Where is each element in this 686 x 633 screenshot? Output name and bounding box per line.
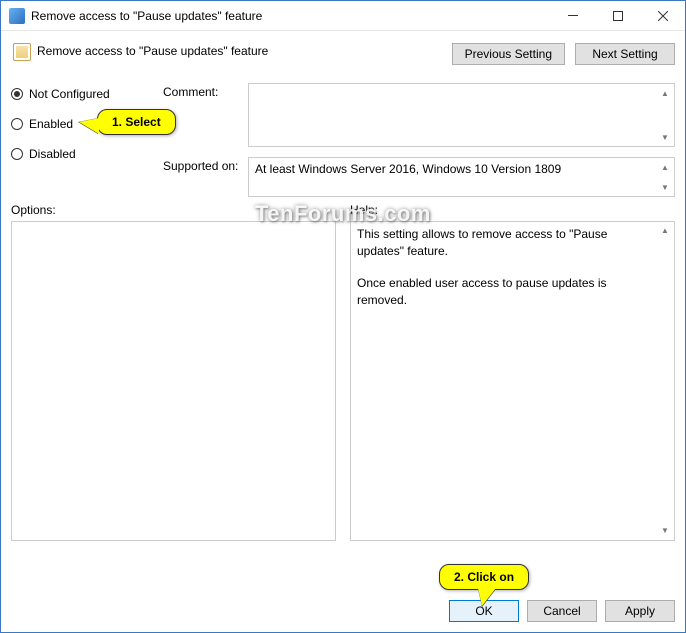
help-text-line: This setting allows to remove access to … [357,226,656,261]
header-row: Remove access to "Pause updates" feature… [11,41,675,65]
help-panel: This setting allows to remove access to … [350,221,675,541]
callout-click: 2. Click on [439,564,529,590]
dialog-footer: 2. Click on OK Cancel Apply [449,600,675,622]
options-panel [11,221,336,541]
policy-icon [13,43,31,61]
titlebar: Remove access to "Pause updates" feature [1,1,685,31]
scroll-up-icon[interactable]: ▲ [658,160,672,174]
supported-on-text: At least Windows Server 2016, Windows 10… [255,162,561,176]
comment-label: Comment: [163,83,248,147]
radio-label: Enabled [29,117,73,131]
help-text-line: Once enabled user access to pause update… [357,275,656,310]
dialog-body: Remove access to "Pause updates" feature… [1,31,685,632]
scroll-up-icon[interactable]: ▲ [658,86,672,100]
minimize-button[interactable] [550,1,595,31]
comment-textarea[interactable]: ▲ ▼ [248,83,675,147]
supported-on-box: At least Windows Server 2016, Windows 10… [248,157,675,197]
previous-setting-button[interactable]: Previous Setting [452,43,565,65]
close-button[interactable] [640,1,685,31]
scroll-down-icon[interactable]: ▼ [658,524,672,538]
radio-disabled[interactable]: Disabled [11,143,159,165]
window-title: Remove access to "Pause updates" feature [31,9,550,23]
scroll-down-icon[interactable]: ▼ [658,130,672,144]
help-label: Help: [350,203,675,217]
radio-label: Not Configured [29,87,110,101]
options-label: Options: [11,203,336,217]
app-icon [9,8,25,24]
radio-label: Disabled [29,147,76,161]
scroll-up-icon[interactable]: ▲ [658,224,672,238]
maximize-button[interactable] [595,1,640,31]
supported-label: Supported on: [163,157,248,197]
radio-not-configured[interactable]: Not Configured [11,83,159,105]
next-setting-button[interactable]: Next Setting [575,43,675,65]
policy-title: Remove access to "Pause updates" feature [37,41,452,58]
radio-group: Not Configured Enabled 1. Select Disable… [11,83,163,197]
callout-select: 1. Select [97,109,176,135]
cancel-button[interactable]: Cancel [527,600,597,622]
scroll-down-icon[interactable]: ▼ [658,180,672,194]
apply-button[interactable]: Apply [605,600,675,622]
radio-enabled[interactable]: Enabled 1. Select [11,113,159,135]
